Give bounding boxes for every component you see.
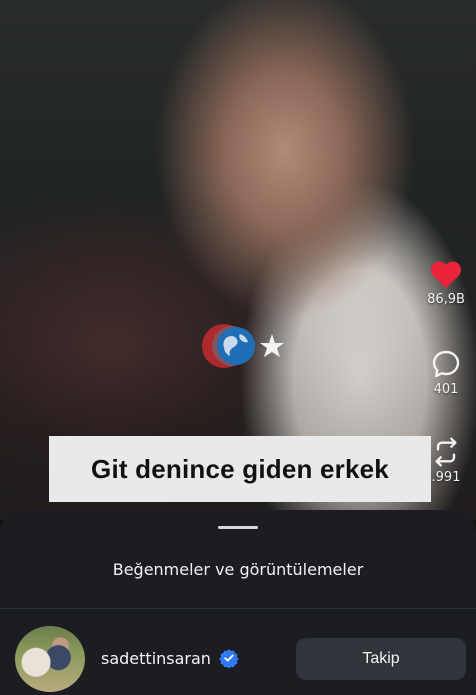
globe-star-logo (202, 324, 284, 368)
repost-icon (435, 437, 457, 467)
divider (0, 608, 476, 609)
video-caption: Git denince giden erkek (49, 436, 431, 502)
username[interactable]: sadettinsaran (101, 649, 211, 668)
verified-badge-icon (219, 649, 239, 668)
follow-button[interactable]: Takip (296, 638, 466, 680)
heart-icon (430, 261, 462, 289)
avatar[interactable] (15, 626, 85, 692)
like-count: 86,9B (427, 292, 465, 307)
like-button[interactable]: 86,9B (416, 258, 476, 307)
comment-button[interactable]: 401 (416, 348, 476, 397)
comment-count: 401 (433, 382, 459, 397)
comment-icon (432, 350, 460, 378)
repost-count: .991 (431, 470, 461, 485)
video-player[interactable]: Git denince giden erkek (0, 0, 476, 520)
sheet-grabber[interactable] (218, 526, 258, 529)
sheet-title: Beğenmeler ve görüntülemeler (112, 560, 364, 579)
repost-button[interactable]: .991 (416, 436, 476, 485)
